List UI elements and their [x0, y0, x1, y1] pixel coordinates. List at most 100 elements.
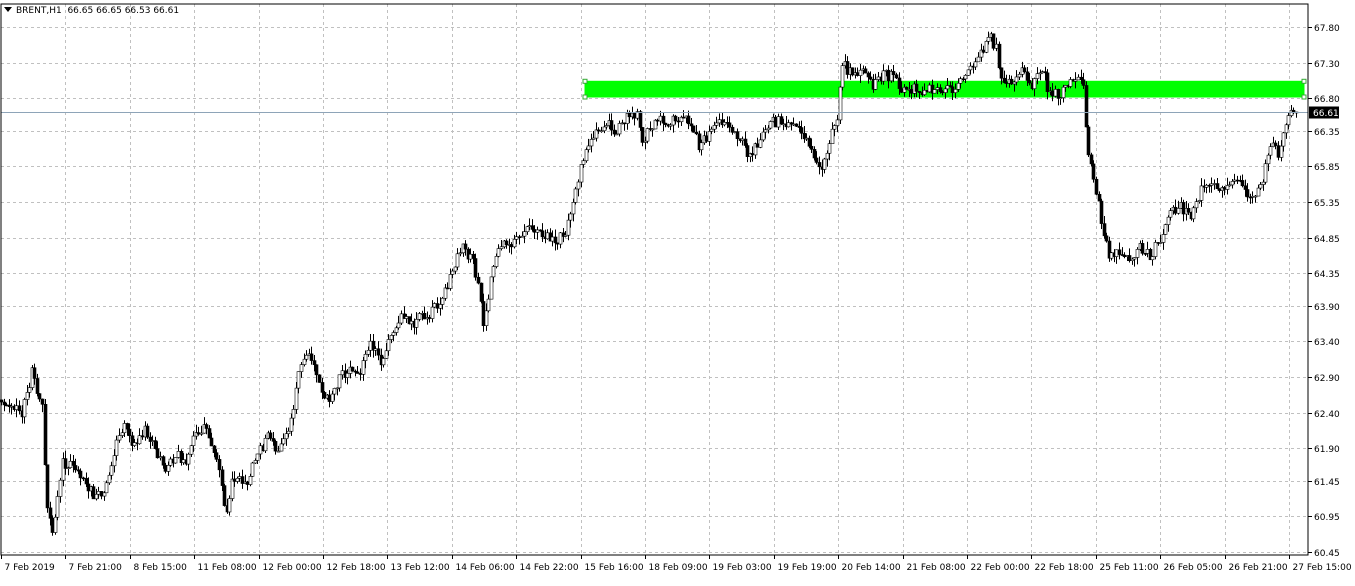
- candle-body: [27, 387, 32, 393]
- candle-body: [158, 456, 163, 459]
- candle-body: [212, 445, 217, 453]
- candle-body: [391, 332, 396, 336]
- candle-body: [850, 67, 855, 76]
- price-chart[interactable]: 67.80 67.30 66.80 66.35 65.85 65.35 64.85 64.35…: [0, 0, 1355, 582]
- candle-body: [1266, 154, 1271, 165]
- candle-body: [1232, 179, 1237, 182]
- candle-body: [355, 371, 360, 374]
- candle-body: [622, 122, 627, 125]
- candle-body: [1273, 142, 1278, 146]
- candle-body: [1091, 163, 1096, 180]
- candle-body: [78, 470, 83, 479]
- chart-header: BRENT,H1 66.65 66.65 66.53 66.61: [4, 6, 179, 16]
- candle-body: [943, 88, 948, 93]
- candle-body: [196, 432, 201, 435]
- candle-body: [107, 474, 112, 484]
- y-tick-label: 63.90: [1314, 303, 1340, 313]
- candle-body: [650, 128, 655, 131]
- candle-body: [350, 366, 355, 372]
- candle-body: [479, 282, 484, 302]
- candle-body: [284, 433, 289, 440]
- candle-body: [71, 460, 76, 466]
- candle-body: [1045, 72, 1050, 92]
- candle-body: [914, 83, 919, 92]
- candle-body: [1279, 145, 1284, 158]
- candle-body: [432, 303, 437, 308]
- candle-body: [1114, 249, 1119, 257]
- candle-body: [53, 516, 58, 533]
- candle-body: [1009, 78, 1014, 85]
- chart-menu-triangle-icon[interactable]: [4, 7, 12, 12]
- candle-body: [950, 86, 955, 93]
- candle-body: [704, 135, 709, 142]
- candle-body: [527, 225, 532, 227]
- candle-body: [1230, 181, 1235, 186]
- x-tick-label: 11 Feb 08:00: [198, 563, 257, 573]
- candle-body: [976, 56, 981, 63]
- candle-body: [1086, 126, 1091, 156]
- candle-body: [209, 437, 214, 447]
- zone-handle[interactable]: [1301, 78, 1307, 84]
- candle-body: [599, 130, 604, 133]
- x-tick-label: 21 Feb 08:00: [907, 563, 966, 573]
- candle-body: [1061, 86, 1066, 98]
- candle-body: [1209, 183, 1214, 186]
- candle-body: [168, 458, 173, 466]
- candle-body: [855, 72, 860, 76]
- candle-body: [591, 137, 596, 140]
- zone-handle[interactable]: [582, 78, 588, 84]
- candle-body: [812, 149, 817, 159]
- candle-body: [155, 448, 160, 459]
- candle-body: [1025, 71, 1030, 81]
- candle-body: [638, 111, 643, 128]
- candle-body: [612, 129, 617, 135]
- y-tick-label: 63.40: [1314, 338, 1340, 348]
- candle-body: [250, 462, 255, 477]
- candle-body: [232, 478, 237, 482]
- candle-body: [755, 143, 760, 148]
- candle-body: [132, 442, 137, 446]
- candle-body: [471, 253, 476, 259]
- candle-body: [443, 287, 448, 299]
- candle-body: [68, 460, 73, 468]
- candle-body: [540, 230, 545, 238]
- candle-body: [1079, 76, 1084, 81]
- candle-body: [707, 131, 712, 142]
- candle-body: [140, 435, 145, 438]
- candle-body: [1227, 184, 1232, 187]
- candle-body: [814, 157, 819, 163]
- candle-body: [745, 145, 750, 157]
- candle-body: [491, 266, 496, 278]
- candle-body: [935, 87, 940, 90]
- candle-body: [714, 122, 719, 126]
- candle-body: [781, 123, 786, 126]
- y-tick-label: 60.45: [1314, 549, 1340, 559]
- candle-body: [286, 430, 291, 434]
- candle-body: [1286, 115, 1291, 126]
- candle-body: [1268, 146, 1273, 156]
- candle-body: [740, 138, 745, 141]
- candle-body: [627, 113, 632, 118]
- zone-handle[interactable]: [1301, 94, 1307, 100]
- x-tick-label: 7 Feb 2019: [5, 563, 56, 573]
- candle-body: [579, 164, 584, 183]
- candle-body: [422, 313, 427, 320]
- x-tick-label: 22 Feb 00:00: [971, 563, 1030, 573]
- candle-body: [1186, 208, 1191, 213]
- candle-body: [189, 445, 194, 455]
- candle-body: [973, 61, 978, 68]
- candle-body: [455, 253, 460, 268]
- y-tick-label: 67.30: [1314, 60, 1340, 70]
- candle-body: [1053, 89, 1058, 97]
- candle-body: [514, 236, 519, 240]
- candle-body: [991, 33, 996, 49]
- candle-body: [473, 258, 478, 278]
- candle-body: [1081, 79, 1086, 86]
- candle-body: [1199, 185, 1204, 201]
- candle-body: [761, 131, 766, 141]
- candle-body: [732, 131, 737, 133]
- zone-handle[interactable]: [582, 94, 588, 100]
- candle-body: [1117, 249, 1122, 255]
- candle-body: [476, 276, 481, 284]
- candle-body: [1032, 78, 1037, 90]
